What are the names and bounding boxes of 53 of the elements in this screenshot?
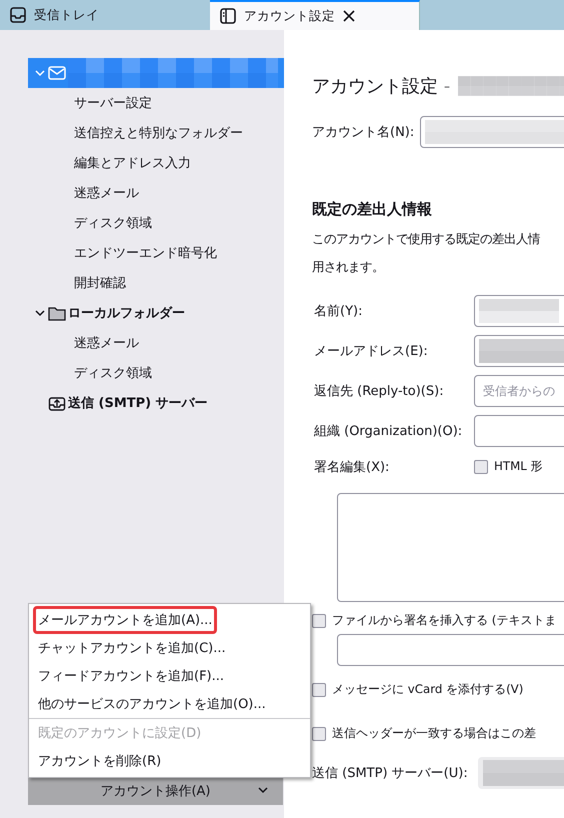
account-tree-item[interactable]: 迷惑メール <box>28 178 284 208</box>
menu-item[interactable]: 他のサービスのアカウントを追加(O)... <box>29 690 310 718</box>
inbox-icon <box>10 7 26 23</box>
checkbox-label: ファイルから署名を挿入する (テキストま <box>332 613 556 629</box>
account-tree-item[interactable]: 編集とアドレス入力 <box>28 148 284 178</box>
description-text: このアカウントで使用する既定の差出人情 <box>312 231 541 248</box>
field-label: 送信 (SMTP) サーバー(U): <box>312 765 468 782</box>
account-tree-item[interactable]: サーバー設定 <box>28 88 284 118</box>
field-label: 返信先 (Reply-to)(S): <box>313 383 445 400</box>
tree-label: 送信 (SMTP) サーバー <box>68 395 208 412</box>
account-tree-item[interactable]: 開封確認 <box>28 268 284 298</box>
checkbox[interactable] <box>312 683 326 697</box>
field-label: 名前(Y): <box>313 303 364 320</box>
account-tree-item[interactable]: 送信 (SMTP) サーバー <box>28 388 284 418</box>
menu-item[interactable]: メールアカウントを追加(A)... <box>33 606 218 634</box>
outbox-icon <box>48 395 66 411</box>
checkbox-label: メッセージに vCard を添付する(V) <box>332 682 524 698</box>
checkbox-label: HTML 形 <box>494 459 543 475</box>
chevron-down-icon <box>257 786 269 794</box>
sidebar-layout-icon <box>220 8 236 24</box>
file-path-field[interactable] <box>337 634 564 666</box>
description-text: 用されます。 <box>312 259 385 276</box>
account-tree-item[interactable]: 送信控えと特別なフォルダー <box>28 118 284 148</box>
account-actions-button[interactable]: アカウント操作(A) <box>28 776 283 805</box>
close-icon <box>343 10 355 22</box>
chevron-down-icon <box>34 308 46 318</box>
field-label: 署名編集(X): <box>313 459 390 476</box>
account-tree-item[interactable]: ディスク領域 <box>28 208 284 238</box>
account-tree-item[interactable]: ローカルフォルダー <box>28 298 284 328</box>
menu-item[interactable]: フィードアカウントを追加(F)... <box>29 662 310 690</box>
field-label: メールアドレス(E): <box>313 343 429 360</box>
account-tree-item[interactable]: エンドツーエンド暗号化 <box>28 238 284 268</box>
tab[interactable]: アカウント設定 <box>210 0 420 30</box>
menu-item[interactable]: チャットアカウントを追加(C)... <box>29 634 310 662</box>
chevron-down-icon <box>34 68 46 78</box>
tab-label: アカウント設定 <box>244 8 335 24</box>
field-label: 組織 (Organization)(O): <box>313 423 464 440</box>
tab[interactable]: 受信トレイ <box>0 0 210 30</box>
menu-item[interactable]: アカウントを削除(R) <box>29 747 310 775</box>
folder-icon <box>48 305 66 321</box>
account-tree-item[interactable]: ディスク領域 <box>28 358 284 388</box>
checkbox[interactable] <box>312 614 326 628</box>
tree-label: ローカルフォルダー <box>68 305 185 322</box>
field-label: アカウント名(N): <box>312 124 414 141</box>
checkbox[interactable] <box>474 460 488 474</box>
checkbox[interactable] <box>312 727 326 741</box>
section-heading: 既定の差出人情報 <box>312 200 433 220</box>
tab-label: 受信トレイ <box>34 6 99 24</box>
checkbox-label: 送信ヘッダーが一致する場合はこの差 <box>332 726 536 742</box>
page-title: アカウント設定 - <box>312 75 450 98</box>
envelope-icon <box>48 65 66 81</box>
signature-text-area[interactable] <box>337 493 564 602</box>
account-tree-item[interactable]: 迷惑メール <box>28 328 284 358</box>
